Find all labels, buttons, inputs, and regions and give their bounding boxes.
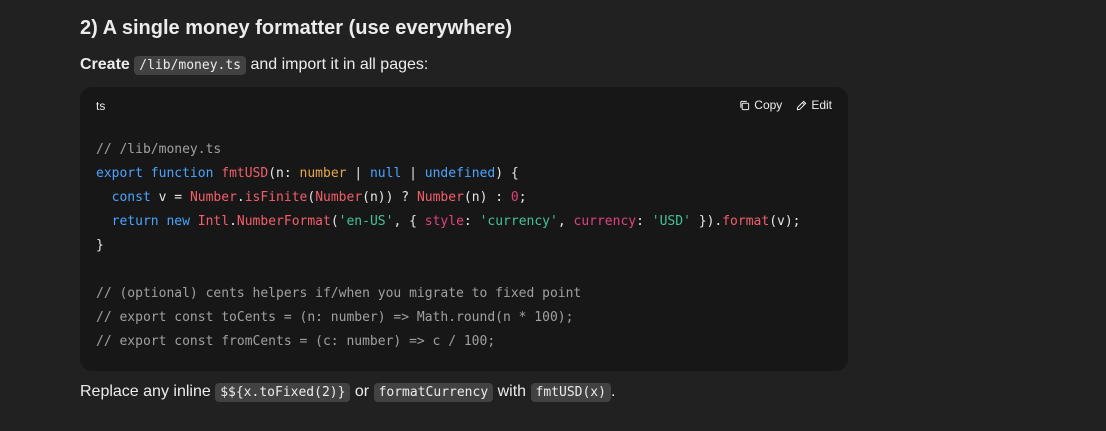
copy-label: Copy (754, 98, 783, 112)
code-line: // /lib/money.ts (96, 142, 221, 157)
code-lines: // /lib/money.ts export function fmtUSD(… (96, 142, 801, 349)
code-token: 'USD' (651, 214, 691, 229)
outro-or: or (354, 383, 370, 400)
edit-button[interactable]: Edit (796, 98, 832, 112)
code-token: (v); (769, 214, 801, 229)
inline-code-fmtusd: fmtUSD(x) (530, 383, 611, 402)
code-language-label: ts (96, 99, 106, 113)
code-token: const (111, 190, 151, 205)
code-token: Number (416, 190, 464, 205)
code-token: } (96, 238, 104, 253)
code-token: undefined (424, 166, 496, 181)
code-token: // /lib/money.ts (96, 142, 222, 157)
code-token: 'currency' (479, 214, 558, 229)
code-token: | (346, 166, 370, 181)
code-token: Intl (197, 214, 230, 229)
code-token: ( (330, 214, 339, 229)
code-line: return new Intl.NumberFormat('en-US', { … (96, 214, 801, 229)
intro-rest: and import it in all pages: (250, 56, 429, 73)
outro-paragraph: Replace any inline $${x.toFixed(2)} or f… (80, 383, 616, 402)
code-token: format (722, 214, 770, 229)
code-token: : (636, 214, 652, 229)
intro-bold: Create (80, 56, 130, 73)
section-heading: 2) A single money formatter (use everywh… (80, 17, 512, 39)
code-token: // export const fromCents = (c: number) … (96, 334, 496, 349)
intro-paragraph: Create /lib/money.ts and import it in al… (80, 56, 429, 75)
code-token: (n: (268, 166, 300, 181)
code-token: v = (150, 190, 190, 205)
code-token: NumberFormat (236, 214, 331, 229)
code-block-header: ts Copy Edit (80, 87, 848, 123)
code-line: // export const toCents = (n: number) =>… (96, 310, 573, 325)
code-line: export function fmtUSD(n: number | null … (96, 166, 519, 181)
copy-button[interactable]: Copy (739, 98, 782, 112)
outro-prefix: Replace any inline (80, 383, 211, 400)
code-token: (n)) ? (362, 190, 417, 205)
code-token: number (299, 166, 347, 181)
code-token: | (401, 166, 425, 181)
code-block: ts Copy Edit // /lib/money.ts export fun… (80, 87, 848, 371)
code-token: ; (518, 190, 527, 205)
code-token: (n) : (463, 190, 511, 205)
code-token: // export const toCents = (n: number) =>… (96, 310, 574, 325)
code-token: , { (393, 214, 425, 229)
code-actions: Copy Edit (739, 98, 832, 112)
inline-code-formatcurrency: formatCurrency (373, 383, 494, 402)
code-line: // export const fromCents = (c: number) … (96, 334, 495, 349)
code-content: // /lib/money.ts export function fmtUSD(… (96, 138, 801, 354)
code-token: function (150, 166, 214, 181)
code-token: ( (307, 190, 316, 205)
code-token: ) { (495, 166, 519, 181)
code-token: Number (315, 190, 363, 205)
code-token: : (463, 214, 480, 229)
code-token: fmtUSD (221, 166, 269, 181)
code-token: currency (573, 214, 637, 229)
code-token: . (229, 214, 237, 229)
code-token: // (optional) cents helpers if/when you … (96, 286, 582, 301)
code-token: , (557, 214, 574, 229)
pencil-icon (796, 100, 807, 111)
code-token: null (369, 166, 402, 181)
inline-code-tofixed: $${x.toFixed(2)} (215, 383, 351, 402)
code-token: . (236, 190, 245, 205)
outro-suffix: . (610, 383, 616, 400)
copy-icon (739, 100, 750, 111)
code-line: const v = Number.isFinite(Number(n)) ? N… (96, 190, 527, 205)
code-token: isFinite (244, 190, 308, 205)
outro-with: with (497, 383, 527, 400)
code-line: } (96, 238, 104, 253)
code-token: style (424, 214, 464, 229)
code-token: Number (189, 190, 237, 205)
inline-code-file-path: /lib/money.ts (134, 56, 247, 75)
code-token: export (96, 166, 143, 181)
code-token: new (166, 214, 190, 229)
code-token: return (111, 214, 159, 229)
code-token: 'en-US' (338, 214, 394, 229)
code-line: // (optional) cents helpers if/when you … (96, 286, 581, 301)
code-token: 0 (510, 190, 519, 205)
edit-label: Edit (811, 98, 832, 112)
code-token: }). (690, 214, 723, 229)
